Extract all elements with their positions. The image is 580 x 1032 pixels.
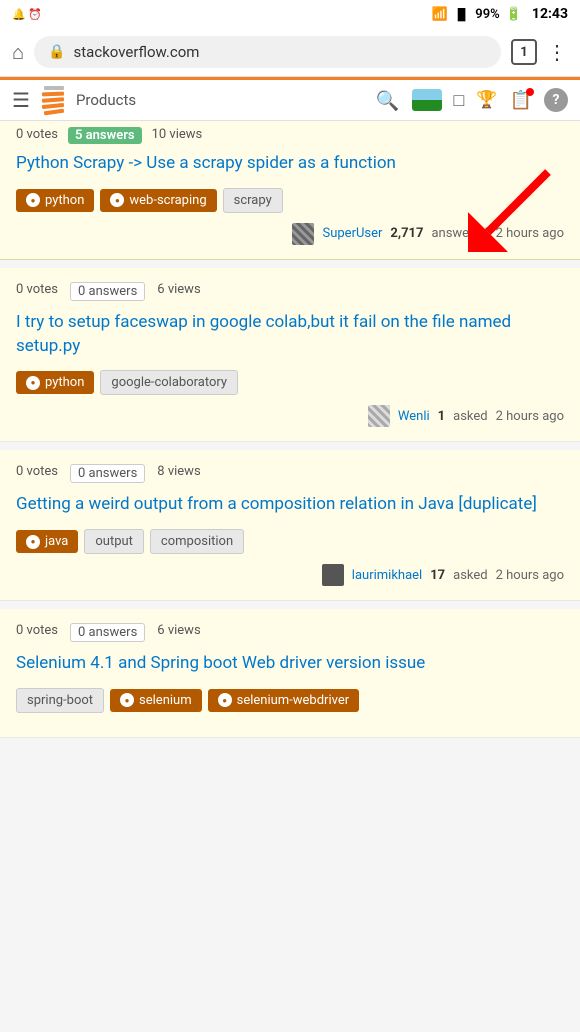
so-navbar: ☰ Products 🔍 □ 🏆 📋 ? <box>0 77 580 121</box>
q1-user-name[interactable]: Wenli <box>398 409 430 424</box>
user-name-superuser[interactable]: SuperUser <box>322 226 382 241</box>
q3-meta: 0 votes 0 answers 6 views <box>16 623 564 642</box>
question-tags-partial: python web-scraping scrapy <box>16 188 564 213</box>
review-icon-wrapper[interactable]: 📋 <box>510 90 532 111</box>
question-footer-partial: SuperUser 2,717 answered 2 hours ago <box>16 223 564 245</box>
q1-action: asked <box>453 409 487 424</box>
q2-title-link[interactable]: Getting a weird output from a compositio… <box>16 493 564 517</box>
watch-icon2 <box>110 193 124 207</box>
q1-title-link[interactable]: I try to setup faceswap in google colab,… <box>16 311 564 359</box>
so-logo-icon <box>42 86 64 114</box>
question-card-1: 0 votes 0 answers 6 views I try to setup… <box>0 268 580 443</box>
tab-count-badge[interactable]: 1 <box>511 39 537 65</box>
q3-tag-spring-boot[interactable]: spring-boot <box>16 688 104 713</box>
q3-votes: 0 votes <box>16 623 58 642</box>
help-icon[interactable]: ? <box>544 88 568 112</box>
battery-icon: 🔋 <box>506 7 522 22</box>
question-card-2: 0 votes 0 answers 8 views Getting a weir… <box>0 450 580 601</box>
hamburger-menu[interactable]: ☰ <box>12 88 30 112</box>
q3-answers: 0 answers <box>70 623 145 642</box>
q3-watch-icon <box>120 693 134 707</box>
answer-action: answered <box>431 226 487 241</box>
q3-title-link[interactable]: Selenium 4.1 and Spring boot Web driver … <box>16 652 564 676</box>
notification-dot <box>526 88 534 96</box>
q1-footer: Wenli 1 asked 2 hours ago <box>16 405 564 427</box>
question-card-3: 0 votes 0 answers 6 views Selenium 4.1 a… <box>0 609 580 738</box>
address-bar[interactable]: 🔒 stackoverflow.com <box>34 36 501 68</box>
q1-answers: 0 answers <box>70 282 145 301</box>
time: 12:43 <box>532 6 568 22</box>
battery-text: 99% <box>475 7 499 22</box>
trophy-icon[interactable]: 🏆 <box>476 90 497 110</box>
so-logo[interactable] <box>42 86 64 114</box>
home-button[interactable]: ⌂ <box>12 40 24 65</box>
nav-icons: 🔍 □ 🏆 📋 ? <box>376 88 568 112</box>
views-count: 10 views <box>152 127 203 144</box>
url-text: stackoverflow.com <box>74 43 200 61</box>
q1-tag-google-colab[interactable]: google-colaboratory <box>100 370 238 395</box>
q1-votes: 0 votes <box>16 282 58 301</box>
q1-tag-python[interactable]: python <box>16 371 94 394</box>
products-nav[interactable]: Products <box>76 91 136 109</box>
q3-watch-icon2 <box>218 693 232 707</box>
q2-votes: 0 votes <box>16 464 58 483</box>
tag-python-watched[interactable]: python <box>16 189 94 212</box>
q3-tag-selenium[interactable]: selenium <box>110 689 202 712</box>
answers-count: 5 answers <box>68 127 142 144</box>
questions-list: 0 votes 5 answers 10 views Python Scrapy… <box>0 121 580 738</box>
q2-user-avatar <box>322 564 344 586</box>
user-rep-superuser: 2,717 <box>390 226 423 241</box>
tag-web-scraping-watched[interactable]: web-scraping <box>100 189 216 212</box>
q2-user-name[interactable]: laurimikhael <box>352 568 422 583</box>
partial-meta: 0 votes 5 answers 10 views <box>16 127 564 144</box>
lock-icon: 🔒 <box>48 44 65 60</box>
q1-meta: 0 votes 0 answers 6 views <box>16 282 564 301</box>
votes-count: 0 votes <box>16 127 58 144</box>
browser-menu-button[interactable]: ⋮ <box>547 40 568 64</box>
q1-tags: python google-colaboratory <box>16 370 564 395</box>
q1-views: 6 views <box>157 282 200 301</box>
q2-views: 8 views <box>157 464 200 483</box>
question-title-link-partial[interactable]: Python Scrapy -> Use a scrapy spider as … <box>16 152 564 176</box>
q3-tags: spring-boot selenium selenium-webdriver <box>16 688 564 713</box>
q3-views: 6 views <box>157 623 200 642</box>
q1-user-avatar <box>368 405 390 427</box>
q2-tag-composition[interactable]: composition <box>150 529 244 554</box>
q2-watch-icon <box>26 535 40 549</box>
wifi-icon: 📶 <box>432 7 448 22</box>
photo-icon[interactable] <box>412 89 442 111</box>
browser-chrome: ⌂ 🔒 stackoverflow.com 1 ⋮ <box>0 28 580 77</box>
q2-tag-java[interactable]: java <box>16 530 78 553</box>
q3-tag-selenium-webdriver[interactable]: selenium-webdriver <box>208 689 360 712</box>
tag-scrapy[interactable]: scrapy <box>223 188 283 213</box>
q1-watch-icon <box>26 376 40 390</box>
q2-footer: laurimikhael 17 asked 2 hours ago <box>16 564 564 586</box>
q1-time: 2 hours ago <box>496 409 564 424</box>
question-card-partial: 0 votes 5 answers 10 views Python Scrapy… <box>0 121 580 260</box>
q2-answers: 0 answers <box>70 464 145 483</box>
q1-user-rep: 1 <box>438 409 445 424</box>
status-icons: 🔔 ⏰ <box>12 8 42 21</box>
q2-user-rep: 17 <box>430 568 445 583</box>
signal-icon: ▐▌ <box>454 8 470 21</box>
q2-tags: java output composition <box>16 529 564 554</box>
q2-action: asked <box>453 568 487 583</box>
answer-time: 2 hours ago <box>496 226 564 241</box>
q2-meta: 0 votes 0 answers 8 views <box>16 464 564 483</box>
q2-tag-output[interactable]: output <box>84 529 144 554</box>
q2-time: 2 hours ago <box>496 568 564 583</box>
status-bar: 🔔 ⏰ 📶 ▐▌ 99% 🔋 12:43 <box>0 0 580 28</box>
inbox-icon[interactable]: □ <box>454 90 465 111</box>
watch-icon <box>26 193 40 207</box>
user-avatar-superuser <box>292 223 314 245</box>
search-icon[interactable]: 🔍 <box>376 89 400 112</box>
